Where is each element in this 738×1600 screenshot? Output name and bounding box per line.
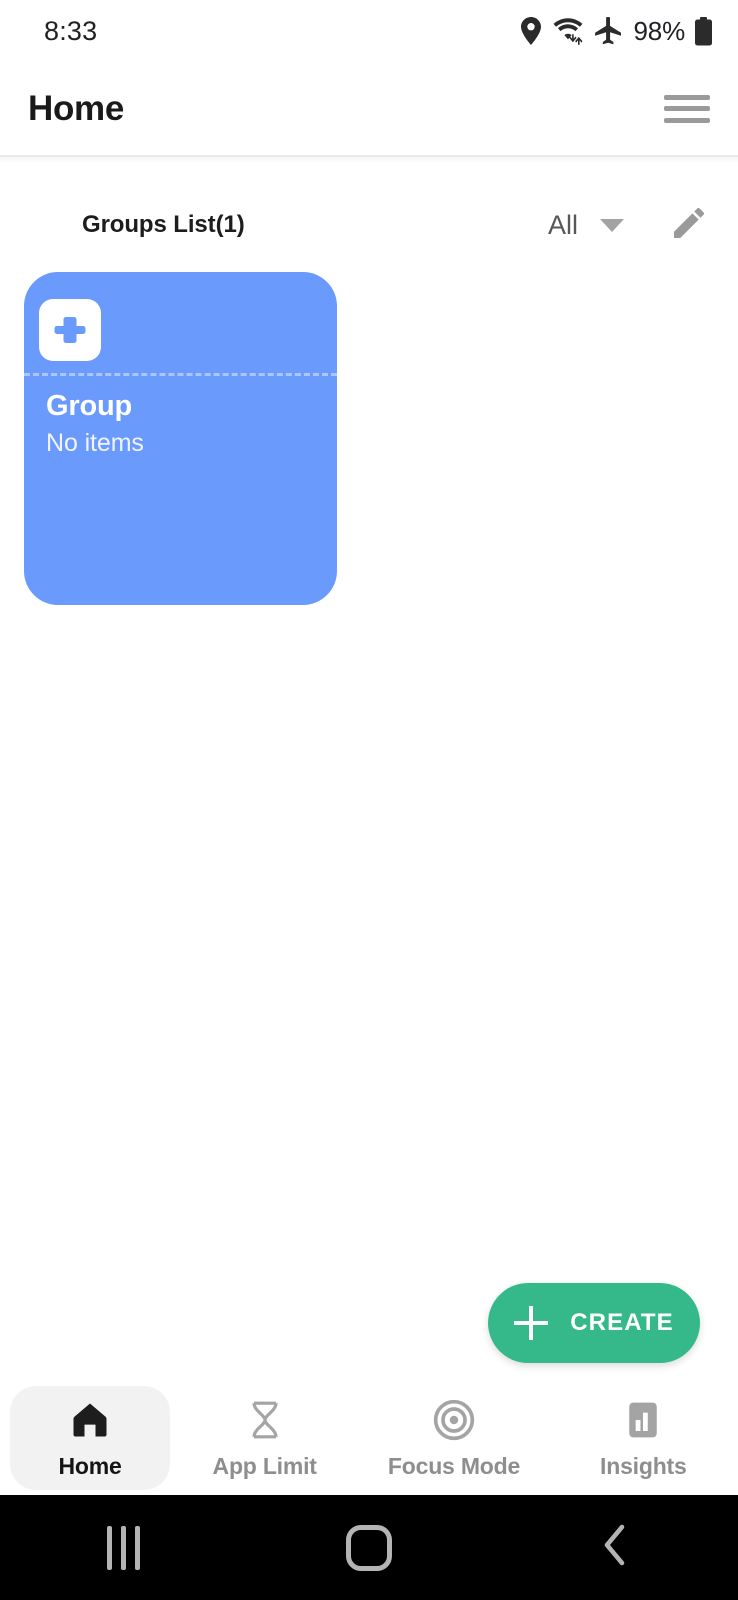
status-time: 8:33: [44, 15, 98, 46]
recents-icon: [106, 1525, 140, 1570]
nav-item-focus-mode[interactable]: Focus Mode: [359, 1381, 548, 1495]
nav-label-focus-mode: Focus Mode: [387, 1453, 521, 1479]
wifi-icon: [552, 17, 584, 45]
bar-chart-icon: [621, 1396, 665, 1444]
status-bar: 8:33 98%: [0, 0, 738, 62]
target-icon: [432, 1396, 476, 1444]
group-card-body: Group No items: [46, 390, 316, 458]
nav-label-app-limit: App Limit: [212, 1453, 317, 1479]
filter-dropdown-value: All: [547, 209, 578, 240]
list-header-actions: All: [548, 204, 710, 246]
nav-item-home[interactable]: Home: [10, 1386, 170, 1490]
battery-percentage: 98%: [633, 15, 686, 46]
group-card[interactable]: Group No items: [24, 272, 337, 605]
system-navigation-bar: [0, 1495, 738, 1600]
phone-screen: 8:33 98% Home Groups List(1) All Group N…: [0, 0, 738, 1600]
location-icon: [520, 17, 542, 45]
nav-item-app-limit[interactable]: App Limit: [170, 1381, 359, 1495]
back-button[interactable]: [492, 1520, 738, 1575]
groups-list-header: Groups List(1) All: [0, 196, 738, 254]
plus-square-icon: [39, 299, 101, 361]
battery-icon: [695, 16, 712, 46]
recents-button[interactable]: [0, 1525, 246, 1570]
groups-grid: Group No items: [24, 272, 714, 612]
group-card-icon-wrap: [39, 299, 101, 361]
app-bar-shadow: [0, 157, 738, 163]
hamburger-menu-icon[interactable]: [664, 91, 710, 127]
home-icon: [68, 1396, 112, 1444]
nav-label-home: Home: [58, 1453, 122, 1479]
hourglass-icon: [243, 1396, 287, 1444]
app-bar: Home: [0, 62, 738, 155]
create-button-label: CREATE: [570, 1309, 674, 1336]
chevron-down-icon: [600, 218, 624, 232]
chevron-left-icon: [598, 1520, 632, 1575]
bottom-navigation: Home App Limit Focus Mode Insights: [0, 1381, 738, 1495]
group-card-name: Group: [46, 390, 132, 422]
plus-icon: [514, 1306, 549, 1340]
group-card-divider: [24, 373, 337, 376]
groups-list-title: Groups List(1): [82, 211, 245, 238]
filter-dropdown[interactable]: All: [548, 210, 624, 241]
status-icons: 98%: [520, 16, 712, 47]
airplane-mode-icon: [594, 17, 622, 45]
pencil-edit-icon: [669, 203, 709, 248]
nav-item-insights[interactable]: Insights: [549, 1381, 738, 1495]
edit-button[interactable]: [668, 204, 710, 246]
group-card-subtitle: No items: [46, 429, 144, 457]
square-icon: [346, 1524, 392, 1571]
create-button[interactable]: CREATE: [488, 1283, 700, 1363]
nav-label-insights: Insights: [600, 1453, 687, 1479]
home-button[interactable]: [246, 1524, 492, 1571]
page-title: Home: [28, 88, 125, 128]
